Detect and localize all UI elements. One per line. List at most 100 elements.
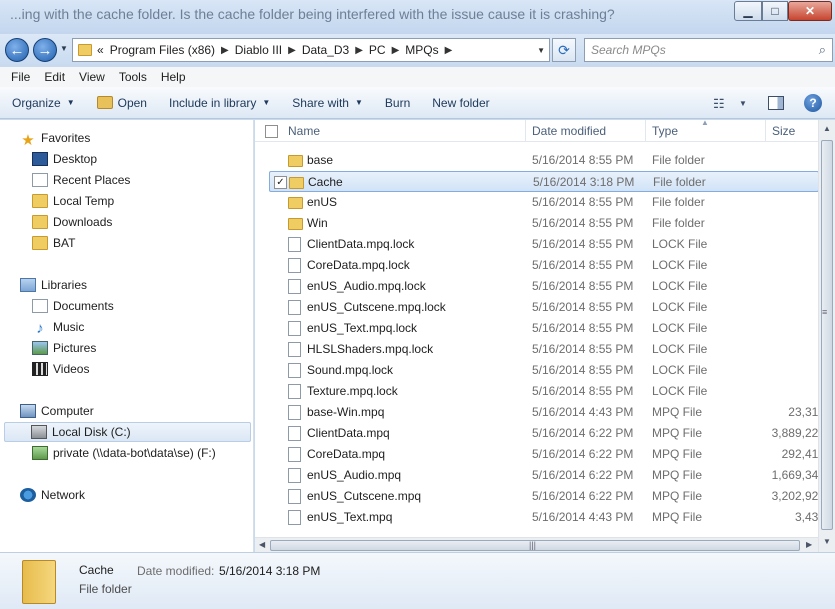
scroll-left-icon[interactable]: ◀ [259, 540, 265, 549]
star-icon: ★ [21, 132, 35, 149]
nav-label: Music [53, 320, 85, 334]
vertical-scrollbar[interactable]: ▲ ≡ ▼ [818, 120, 835, 552]
nav-item-music[interactable]: ♪ Music [32, 317, 84, 337]
nav-libraries[interactable]: Libraries [20, 275, 87, 295]
breadcrumb-separator[interactable]: ▶ [355, 45, 363, 56]
search-input[interactable]: Search MPQs ⌕ [584, 38, 833, 62]
breadcrumb-separator[interactable]: ▶ [392, 45, 400, 56]
file-date-modified: 5/16/2014 8:55 PM [532, 384, 634, 398]
organize-button[interactable]: Organize ▼ [12, 96, 75, 110]
help-icon[interactable]: ? [804, 94, 822, 112]
file-row[interactable]: ✓ Cache 5/16/2014 3:18 PM File folder [269, 171, 819, 192]
vertical-scroll-thumb[interactable] [821, 140, 833, 530]
search-icon[interactable]: ⌕ [819, 42, 826, 58]
select-all-checkbox[interactable] [265, 125, 278, 138]
new-folder-button[interactable]: New folder [432, 96, 489, 110]
breadcrumb-mpqs[interactable]: MPQs [405, 43, 438, 57]
file-row[interactable]: base-Win.mpq 5/16/2014 4:43 PM MPQ File 23,… [269, 402, 825, 423]
scroll-right-icon[interactable]: ▶ [806, 540, 812, 549]
close-button[interactable]: ✕ [788, 1, 832, 21]
file-row[interactable]: CoreData.mpq 5/16/2014 6:22 PM MPQ File 292… [269, 444, 825, 465]
nav-item-downloads[interactable]: Downloads [32, 212, 112, 232]
nav-item-documents[interactable]: Documents [32, 296, 114, 316]
file-row[interactable]: HLSLShaders.mpq.lock 5/16/2014 8:55 PM LOC… [269, 339, 825, 360]
nav-item-recent-places[interactable]: Recent Places [32, 170, 130, 190]
address-dropdown-icon[interactable]: ▼ [537, 46, 545, 55]
file-row[interactable]: Sound.mpq.lock 5/16/2014 8:55 PM LOCK File… [269, 360, 825, 381]
column-divider[interactable] [525, 120, 526, 142]
column-name[interactable]: Name [288, 124, 320, 138]
nav-item-network-drive[interactable]: private (\\data-bot\data\se) (F:) [32, 443, 216, 463]
file-row[interactable]: enUS_Audio.mpq.lock 5/16/2014 8:55 PM LOCK… [269, 276, 825, 297]
preview-pane-icon[interactable] [768, 96, 784, 110]
file-date-modified: 5/16/2014 8:55 PM [532, 216, 634, 230]
nav-item-desktop[interactable]: Desktop [32, 149, 97, 169]
nav-item-local-disk[interactable]: Local Disk (C:) [4, 422, 251, 442]
refresh-button[interactable]: ⟳ [552, 38, 576, 62]
share-with-button[interactable]: Share with ▼ [292, 96, 363, 110]
file-row[interactable]: Texture.mpq.lock 5/16/2014 8:55 PM LOCK Fi… [269, 381, 825, 402]
recent-pages-dropdown[interactable]: ▼ [60, 44, 68, 53]
row-checkbox[interactable]: ✓ [274, 176, 287, 189]
change-view-icon[interactable]: ☷ [713, 96, 725, 112]
burn-button[interactable]: Burn [385, 96, 410, 110]
open-button[interactable]: Open [96, 96, 147, 110]
breadcrumb-pc[interactable]: PC [369, 43, 386, 57]
nav-computer[interactable]: Computer [20, 401, 94, 421]
column-size[interactable]: Size [772, 124, 795, 138]
breadcrumb-separator[interactable]: ▶ [445, 45, 453, 56]
nav-item-videos[interactable]: Videos [32, 359, 89, 379]
nav-label: Desktop [53, 152, 98, 166]
file-row[interactable]: Win 5/16/2014 8:55 PM File folder [269, 213, 819, 234]
scroll-down-icon[interactable]: ▼ [823, 537, 831, 546]
file-name: enUS [307, 195, 338, 209]
breadcrumb-data-d3[interactable]: Data_D3 [302, 43, 349, 57]
nav-item-bat[interactable]: BAT [32, 233, 75, 253]
file-icon [288, 510, 301, 525]
file-row[interactable]: enUS_Cutscene.mpq 5/16/2014 6:22 PM MPQ Fi… [269, 486, 825, 507]
nav-item-local-temp[interactable]: Local Temp [32, 191, 114, 211]
breadcrumb-diablo[interactable]: Diablo III [235, 43, 282, 57]
file-type: MPQ File [652, 447, 703, 461]
menu-view[interactable]: View [72, 70, 112, 84]
nav-network[interactable]: Network [20, 485, 85, 505]
breadcrumb-overflow[interactable]: « [97, 43, 104, 57]
horizontal-scroll-thumb[interactable]: ||| [270, 540, 800, 551]
scroll-up-icon[interactable]: ▲ [823, 124, 831, 133]
file-row[interactable]: ClientData.mpq.lock 5/16/2014 8:55 PM LOCK… [269, 234, 825, 255]
menu-tools[interactable]: Tools [112, 70, 154, 84]
include-in-library-button[interactable]: Include in library ▼ [169, 96, 270, 110]
nav-favorites[interactable]: ★ Favorites [20, 128, 90, 149]
column-divider[interactable] [645, 120, 646, 142]
forward-button[interactable]: → [33, 38, 57, 62]
breadcrumb-separator[interactable]: ▶ [288, 45, 296, 56]
file-row[interactable]: enUS 5/16/2014 8:55 PM File folder [269, 192, 819, 213]
horizontal-scrollbar[interactable]: ◀ ||| ▶ [255, 537, 818, 552]
chevron-down-icon: ▼ [262, 98, 271, 107]
breadcrumb-separator[interactable]: ▶ [221, 45, 229, 56]
nav-label: Documents [53, 299, 114, 313]
nav-label: Libraries [41, 278, 88, 292]
menu-file[interactable]: File [4, 70, 37, 84]
menu-help[interactable]: Help [154, 70, 193, 84]
menu-edit[interactable]: Edit [37, 70, 72, 84]
address-bar[interactable]: « Program Files (x86) ▶ Diablo III ▶ Dat… [72, 38, 550, 62]
breadcrumb-program-files[interactable]: Program Files (x86) [110, 43, 215, 57]
back-button[interactable]: ← [5, 38, 29, 62]
file-row[interactable]: enUS_Cutscene.mpq.lock 5/16/2014 8:55 PM L… [269, 297, 825, 318]
column-date-modified[interactable]: Date modified [532, 124, 606, 138]
file-row[interactable]: base 5/16/2014 8:55 PM File folder [269, 150, 819, 171]
file-row[interactable]: ClientData.mpq 5/16/2014 6:22 PM MPQ File 3… [269, 423, 825, 444]
file-row[interactable]: CoreData.mpq.lock 5/16/2014 8:55 PM LOCK F… [269, 255, 825, 276]
file-date-modified: 5/16/2014 8:55 PM [532, 237, 634, 251]
column-type[interactable]: Type [652, 124, 678, 138]
nav-item-pictures[interactable]: Pictures [32, 338, 96, 358]
maximize-button[interactable]: □ [762, 1, 788, 21]
minimize-button[interactable]: ▁ [734, 1, 762, 21]
column-divider[interactable] [765, 120, 766, 142]
file-row[interactable]: enUS_Text.mpq.lock 5/16/2014 8:55 PM LOCK … [269, 318, 825, 339]
file-row[interactable]: enUS_Text.mpq 5/16/2014 4:43 PM MPQ File 3,… [269, 507, 825, 528]
file-row[interactable]: enUS_Audio.mpq 5/16/2014 6:22 PM MPQ File 1… [269, 465, 825, 486]
view-dropdown-icon[interactable]: ▼ [739, 99, 747, 108]
music-icon: ♪ [36, 320, 44, 337]
